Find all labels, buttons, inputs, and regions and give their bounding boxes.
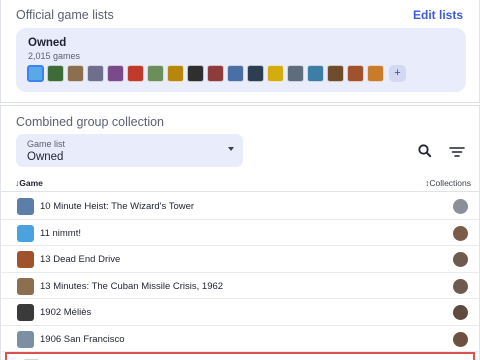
game-thumbnail[interactable] [307, 65, 324, 82]
game-thumbnail[interactable] [127, 65, 144, 82]
game-thumbnail [17, 330, 34, 348]
combined-collection-panel: Combined group collection Game list Owne… [0, 105, 480, 360]
game-thumbnail[interactable] [227, 65, 244, 82]
game-thumbnail[interactable] [147, 65, 164, 82]
game-list-select-value: Owned [27, 151, 64, 163]
game-thumbnail[interactable] [27, 65, 44, 82]
game-list-select-label: Game list [27, 139, 66, 149]
game-thumbnail[interactable] [287, 65, 304, 82]
game-thumbnail[interactable] [247, 65, 264, 82]
search-button[interactable] [414, 140, 436, 162]
game-thumbnail [17, 198, 34, 215]
game-row[interactable]: 1906 San Francisco [1, 326, 479, 352]
game-name: 13 Dead End Drive [40, 254, 121, 265]
game-thumbnail [17, 251, 34, 268]
game-row[interactable]: 11 nimmt! [1, 220, 479, 246]
game-row[interactable]: 10 Minute Heist: The Wizard's Tower [1, 193, 479, 220]
game-list-select[interactable]: Game list Owned [16, 134, 243, 167]
game-thumbnail[interactable] [207, 65, 224, 82]
game-name: 13 Minutes: The Cuban Missile Crisis, 19… [40, 280, 224, 292]
game-thumbnail[interactable] [327, 65, 344, 82]
owned-list-count: 2,015 games [28, 51, 81, 61]
search-icon [418, 144, 432, 158]
game-name: 1902 Méliès [40, 307, 92, 318]
official-game-lists-panel: Official game lists Edit lists Owned 2,0… [0, 0, 480, 103]
game-name: 11 nimmt! [40, 227, 82, 239]
owner-avatar[interactable] [453, 199, 468, 214]
game-thumbnail[interactable] [347, 65, 364, 82]
games-list: 10 Minute Heist: The Wizard's Tower 11 ni… [1, 193, 479, 360]
more-games-button[interactable]: + [389, 65, 406, 82]
sort-by-game-header[interactable]: ↓Game [15, 178, 43, 188]
game-name: 10 Minute Heist: The Wizard's Tower [40, 201, 195, 212]
game-thumbnail[interactable] [67, 65, 84, 82]
owner-avatar[interactable] [453, 252, 468, 267]
official-lists-title: Official game lists [16, 8, 114, 22]
owned-list-card[interactable]: Owned 2,015 games + [16, 28, 466, 92]
game-thumbnail[interactable] [187, 65, 204, 82]
game-row[interactable]: 13 Dead End Drive [1, 246, 479, 273]
owner-avatar[interactable] [453, 278, 468, 294]
edit-lists-link[interactable]: Edit lists [413, 8, 463, 22]
game-row[interactable] [5, 352, 475, 360]
combined-collection-title: Combined group collection [16, 115, 165, 129]
game-thumbnail[interactable] [47, 65, 64, 82]
filter-icon [449, 147, 465, 157]
game-thumbnail [17, 224, 34, 242]
game-thumbnail[interactable] [87, 65, 104, 82]
game-thumbnail [17, 304, 34, 321]
game-row[interactable]: 13 Minutes: The Cuban Missile Crisis, 19… [1, 273, 479, 299]
owner-avatar[interactable] [453, 331, 468, 347]
game-thumbnail[interactable] [367, 65, 384, 82]
game-thumbnail[interactable] [107, 65, 124, 82]
owner-avatar[interactable] [453, 225, 468, 241]
sort-by-collections-header[interactable]: ↕Collections [425, 178, 471, 188]
table-header: ↓Game ↕Collections [1, 174, 479, 192]
game-thumbnail [17, 277, 34, 295]
owned-list-title: Owned [28, 37, 67, 49]
game-thumbnail[interactable] [267, 65, 284, 82]
owned-thumbnails: + [27, 65, 406, 82]
owner-avatar[interactable] [453, 305, 468, 320]
game-thumbnail[interactable] [167, 65, 184, 82]
filter-button[interactable] [446, 141, 468, 163]
game-row[interactable]: 1902 Méliès [1, 299, 479, 326]
caret-down-icon [228, 147, 234, 151]
game-name: 1906 San Francisco [40, 333, 125, 345]
